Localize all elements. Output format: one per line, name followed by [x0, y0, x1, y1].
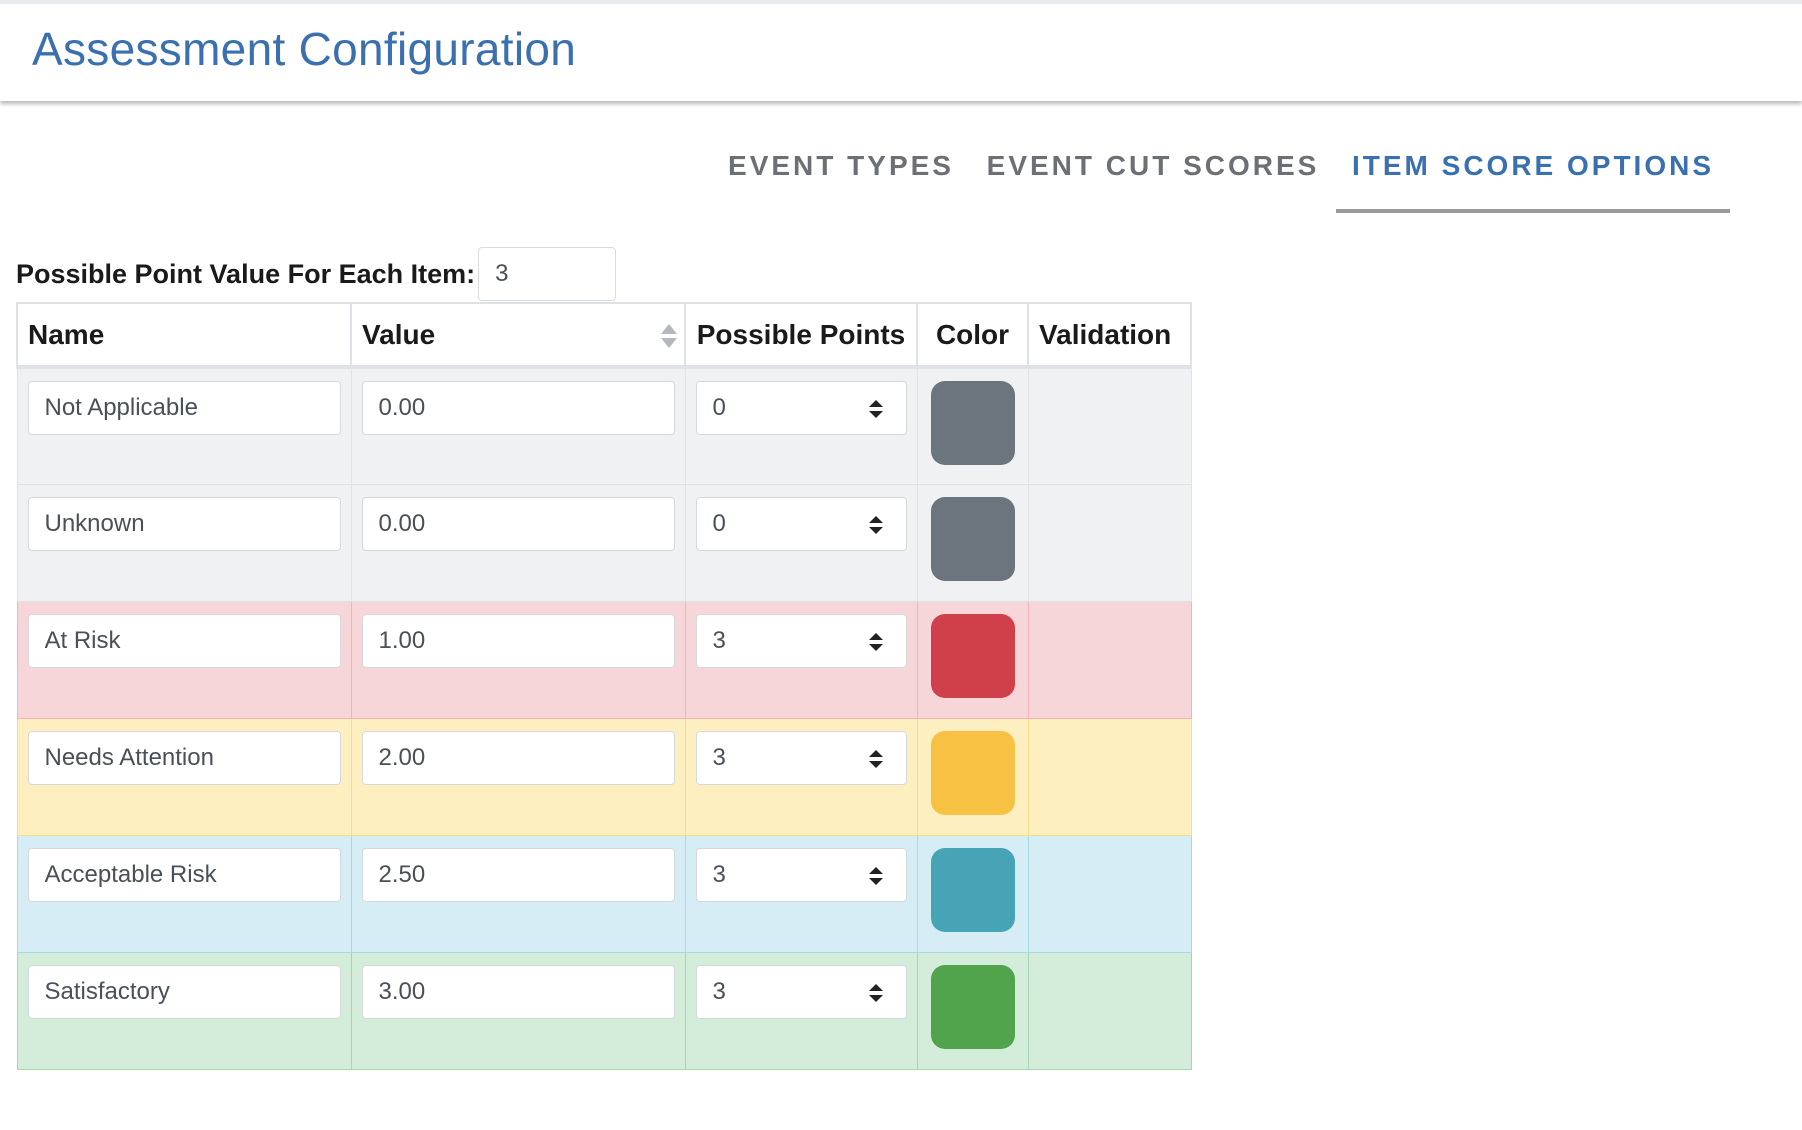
validation-cell	[1027, 483, 1192, 602]
updown-arrow-icon	[868, 400, 883, 418]
column-header-value-label: Value	[362, 318, 436, 350]
score-value-input[interactable]	[361, 847, 675, 902]
value-cell	[350, 834, 686, 953]
score-name-input[interactable]	[27, 964, 341, 1019]
possible-points-value: 0	[712, 509, 726, 537]
score-value-input[interactable]	[361, 496, 675, 551]
possible-points-select[interactable]: 0	[695, 381, 907, 435]
name-cell	[16, 483, 352, 602]
value-cell	[350, 600, 686, 719]
table-row: 3	[16, 951, 1192, 1070]
table-row: 0	[16, 366, 1192, 485]
table-row: 3	[16, 600, 1192, 719]
tab-item-score-options[interactable]: ITEM SCORE OPTIONS	[1336, 124, 1730, 213]
possible-points-select[interactable]: 3	[695, 964, 907, 1019]
possible-point-value-group: Possible Point Value For Each Item:	[16, 246, 617, 302]
score-value-input[interactable]	[361, 381, 675, 435]
possible-points-select[interactable]: 0	[695, 496, 907, 551]
score-name-input[interactable]	[27, 613, 341, 668]
value-cell	[350, 951, 686, 1070]
possible-points-value: 3	[712, 743, 726, 771]
validation-cell	[1027, 834, 1192, 953]
table-header-row: Name Value Possible Points Color Validat…	[16, 302, 1192, 369]
possible-points-value: 3	[712, 860, 726, 888]
column-header-possible-points: Possible Points	[684, 302, 918, 369]
possible-points-cell: 0	[684, 483, 918, 602]
possible-points-cell: 3	[684, 951, 918, 1070]
possible-points-cell: 3	[684, 717, 918, 836]
value-cell	[350, 366, 686, 485]
column-header-color: Color	[916, 302, 1029, 369]
score-value-input[interactable]	[361, 613, 675, 668]
table-row: 3	[16, 834, 1192, 953]
updown-arrow-icon	[868, 983, 883, 1002]
possible-points-cell: 0	[684, 366, 918, 485]
color-swatch[interactable]	[930, 730, 1015, 815]
updown-arrow-icon	[868, 749, 883, 768]
possible-point-value-label: Possible Point Value For Each Item:	[16, 258, 476, 289]
score-value-input[interactable]	[361, 964, 675, 1019]
name-cell	[16, 717, 352, 836]
score-name-input[interactable]	[27, 730, 341, 785]
name-cell	[16, 951, 352, 1070]
name-cell	[16, 600, 352, 719]
item-score-options-table: Name Value Possible Points Color Validat…	[16, 302, 1192, 1070]
possible-points-value: 3	[712, 626, 726, 654]
possible-points-cell: 3	[684, 600, 918, 719]
column-header-validation: Validation	[1027, 302, 1192, 369]
score-name-input[interactable]	[27, 847, 341, 902]
value-cell	[350, 483, 686, 602]
color-cell	[916, 717, 1029, 836]
possible-points-cell: 3	[684, 834, 918, 953]
possible-point-value-input[interactable]	[478, 247, 617, 301]
possible-points-select[interactable]: 3	[695, 730, 907, 785]
color-cell	[916, 951, 1029, 1070]
tab-bar: EVENT TYPES EVENT CUT SCORES ITEM SCORE …	[0, 124, 1802, 214]
updown-arrow-icon	[868, 632, 883, 651]
color-swatch[interactable]	[930, 964, 1015, 1049]
table-row: 3	[16, 717, 1192, 836]
color-cell	[916, 834, 1029, 953]
possible-points-select[interactable]: 3	[695, 613, 907, 668]
column-header-name: Name	[16, 302, 352, 369]
table-row: 0	[16, 483, 1192, 602]
page-title: Assessment Configuration	[32, 23, 577, 75]
color-cell	[916, 600, 1029, 719]
possible-points-value: 0	[712, 394, 726, 421]
color-cell	[916, 483, 1029, 602]
value-cell	[350, 717, 686, 836]
possible-points-value: 3	[712, 977, 726, 1005]
validation-cell	[1027, 600, 1192, 719]
color-cell	[916, 366, 1029, 485]
tab-event-types[interactable]: EVENT TYPES	[704, 124, 978, 213]
color-swatch[interactable]	[930, 496, 1015, 581]
page-header: Assessment Configuration	[0, 0, 1802, 101]
color-swatch[interactable]	[930, 613, 1015, 698]
possible-points-select[interactable]: 3	[695, 847, 907, 902]
sort-icon[interactable]	[660, 322, 678, 350]
score-name-input[interactable]	[27, 496, 341, 551]
validation-cell	[1027, 951, 1192, 1070]
name-cell	[16, 834, 352, 953]
validation-cell	[1027, 366, 1192, 485]
score-name-input[interactable]	[27, 381, 341, 435]
score-value-input[interactable]	[361, 730, 675, 785]
column-header-value[interactable]: Value	[350, 302, 686, 369]
name-cell	[16, 366, 352, 485]
validation-cell	[1027, 717, 1192, 836]
color-swatch[interactable]	[930, 847, 1015, 932]
color-swatch[interactable]	[930, 381, 1015, 465]
updown-arrow-icon	[868, 866, 883, 885]
tab-event-cut-scores[interactable]: EVENT CUT SCORES	[983, 124, 1323, 213]
updown-arrow-icon	[868, 515, 883, 534]
